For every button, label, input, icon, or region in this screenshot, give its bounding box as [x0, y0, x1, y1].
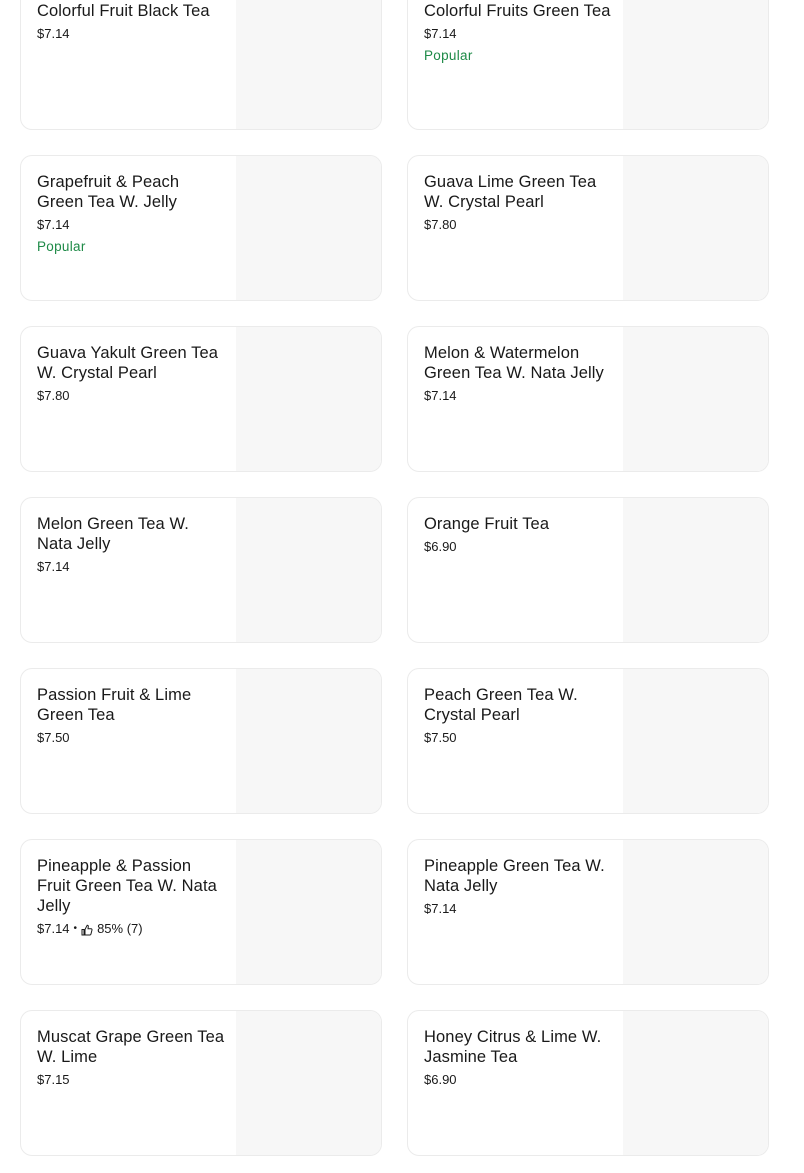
menu-item-info: Honey Citrus & Lime W. Jasmine Tea $6.90 [424, 1027, 614, 1089]
menu-item-meta: $7.14 [37, 558, 227, 576]
menu-item-price: $7.50 [37, 730, 70, 745]
menu-item-card[interactable]: Honey Citrus & Lime W. Jasmine Tea $6.90 [407, 1010, 769, 1156]
menu-item-name: Grapefruit & Peach Green Tea W. Jelly [37, 173, 180, 211]
thumbs-up-icon [81, 923, 93, 936]
menu-item-card[interactable]: Pineapple Green Tea W. Nata Jelly $7.14 [407, 839, 769, 985]
meta-separator: • [73, 923, 78, 934]
menu-item-card[interactable]: Grapefruit & Peach Green Tea W. Jelly $7… [20, 155, 382, 301]
menu-item-price: $7.14 [424, 901, 457, 916]
menu-item-price: $6.90 [424, 1072, 457, 1087]
menu-item-meta: $7.80 [37, 387, 227, 405]
menu-item-price: $7.14 [37, 26, 70, 41]
menu-item-card[interactable]: Colorful Fruits Green Tea $7.14 Popular [407, 0, 769, 130]
menu-item-price: $7.14 [37, 559, 70, 574]
menu-item-meta: $6.90 [424, 538, 614, 556]
menu-item-name: Guava Yakult Green Tea W. Crystal Pearl [37, 344, 219, 382]
menu-item-meta: $7.50 [424, 729, 614, 747]
menu-item-name: Pineapple Green Tea W. Nata Jelly [424, 857, 605, 895]
menu-item-image [236, 327, 381, 471]
menu-item-meta: $7.80 [424, 216, 614, 234]
menu-item-info: Muscat Grape Green Tea W. Lime $7.15 [37, 1027, 227, 1089]
menu-item-meta: $7.50 [37, 729, 227, 747]
menu-item-meta: $7.14 [424, 387, 614, 405]
menu-item-info: Passion Fruit & Lime Green Tea $7.50 [37, 685, 227, 747]
menu-item-image [623, 669, 768, 813]
menu-item-image [236, 840, 381, 984]
menu-item-grid: Colorful Fruit Black Tea $7.14 Colorful … [0, 0, 804, 1173]
menu-item-card[interactable]: Peach Green Tea W. Crystal Pearl $7.50 [407, 668, 769, 814]
menu-item-meta: $7.14 [37, 25, 227, 43]
menu-item-meta: $7.14 • 85% (7) [37, 920, 227, 938]
menu-item-price: $7.14 [37, 921, 70, 936]
menu-item-info: Guava Lime Green Tea W. Crystal Pearl $7… [424, 172, 614, 234]
menu-item-rating: 85% (7) [97, 921, 143, 936]
menu-item-card[interactable]: Melon & Watermelon Green Tea W. Nata Jel… [407, 326, 769, 472]
menu-item-image [623, 498, 768, 642]
menu-item-info: Melon Green Tea W. Nata Jelly $7.14 [37, 514, 227, 576]
menu-item-name: Honey Citrus & Lime W. Jasmine Tea [424, 1028, 602, 1066]
menu-item-image [236, 669, 381, 813]
menu-item-card[interactable]: Colorful Fruit Black Tea $7.14 [20, 0, 382, 130]
menu-item-card[interactable]: Guava Lime Green Tea W. Crystal Pearl $7… [407, 155, 769, 301]
menu-item-meta: $7.14 [424, 900, 614, 918]
menu-item-price: $7.14 [424, 26, 457, 41]
menu-item-name: Melon Green Tea W. Nata Jelly [37, 515, 189, 553]
menu-item-info: Orange Fruit Tea $6.90 [424, 514, 614, 556]
menu-item-price: $7.50 [424, 730, 457, 745]
menu-item-card[interactable]: Melon Green Tea W. Nata Jelly $7.14 [20, 497, 382, 643]
menu-item-info: Colorful Fruit Black Tea $7.14 [37, 1, 227, 43]
menu-item-info: Grapefruit & Peach Green Tea W. Jelly $7… [37, 172, 227, 256]
menu-item-meta: $7.15 [37, 1071, 227, 1089]
menu-item-name: Orange Fruit Tea [424, 515, 550, 533]
menu-item-price: $7.80 [37, 388, 70, 403]
menu-item-image [236, 156, 381, 300]
menu-item-price: $7.15 [37, 1072, 70, 1087]
menu-item-info: Pineapple Green Tea W. Nata Jelly $7.14 [424, 856, 614, 918]
menu-item-name: Melon & Watermelon Green Tea W. Nata Jel… [424, 344, 604, 382]
menu-item-name: Guava Lime Green Tea W. Crystal Pearl [424, 173, 597, 211]
popular-badge: Popular [37, 239, 86, 254]
menu-item-name: Colorful Fruits Green Tea [424, 2, 611, 20]
menu-item-image [623, 156, 768, 300]
menu-item-card[interactable]: Muscat Grape Green Tea W. Lime $7.15 [20, 1010, 382, 1156]
menu-item-info: Pineapple & Passion Fruit Green Tea W. N… [37, 856, 227, 938]
menu-item-card[interactable]: Guava Yakult Green Tea W. Crystal Pearl … [20, 326, 382, 472]
menu-item-image [236, 0, 381, 129]
menu-item-info: Guava Yakult Green Tea W. Crystal Pearl … [37, 343, 227, 405]
menu-item-name: Peach Green Tea W. Crystal Pearl [424, 686, 578, 724]
menu-item-image [623, 840, 768, 984]
menu-item-image [623, 1011, 768, 1155]
menu-item-info: Peach Green Tea W. Crystal Pearl $7.50 [424, 685, 614, 747]
menu-item-image [236, 498, 381, 642]
menu-item-image [623, 327, 768, 471]
menu-item-name: Pineapple & Passion Fruit Green Tea W. N… [37, 857, 217, 915]
menu-item-name: Muscat Grape Green Tea W. Lime [37, 1028, 225, 1066]
menu-item-card[interactable]: Orange Fruit Tea $6.90 [407, 497, 769, 643]
menu-item-card[interactable]: Pineapple & Passion Fruit Green Tea W. N… [20, 839, 382, 985]
menu-item-meta: $7.14 [424, 25, 614, 43]
menu-item-image [623, 0, 768, 129]
menu-item-price: $7.80 [424, 217, 457, 232]
menu-item-name: Colorful Fruit Black Tea [37, 2, 210, 20]
menu-item-card[interactable]: Passion Fruit & Lime Green Tea $7.50 [20, 668, 382, 814]
menu-item-name: Passion Fruit & Lime Green Tea [37, 686, 192, 724]
menu-item-price: $7.14 [424, 388, 457, 403]
menu-item-price: $6.90 [424, 539, 457, 554]
menu-item-info: Colorful Fruits Green Tea $7.14 Popular [424, 1, 614, 65]
menu-item-price: $7.14 [37, 217, 70, 232]
popular-badge: Popular [424, 48, 473, 63]
menu-item-info: Melon & Watermelon Green Tea W. Nata Jel… [424, 343, 614, 405]
menu-item-meta: $6.90 [424, 1071, 614, 1089]
menu-item-image [236, 1011, 381, 1155]
menu-item-meta: $7.14 [37, 216, 227, 234]
